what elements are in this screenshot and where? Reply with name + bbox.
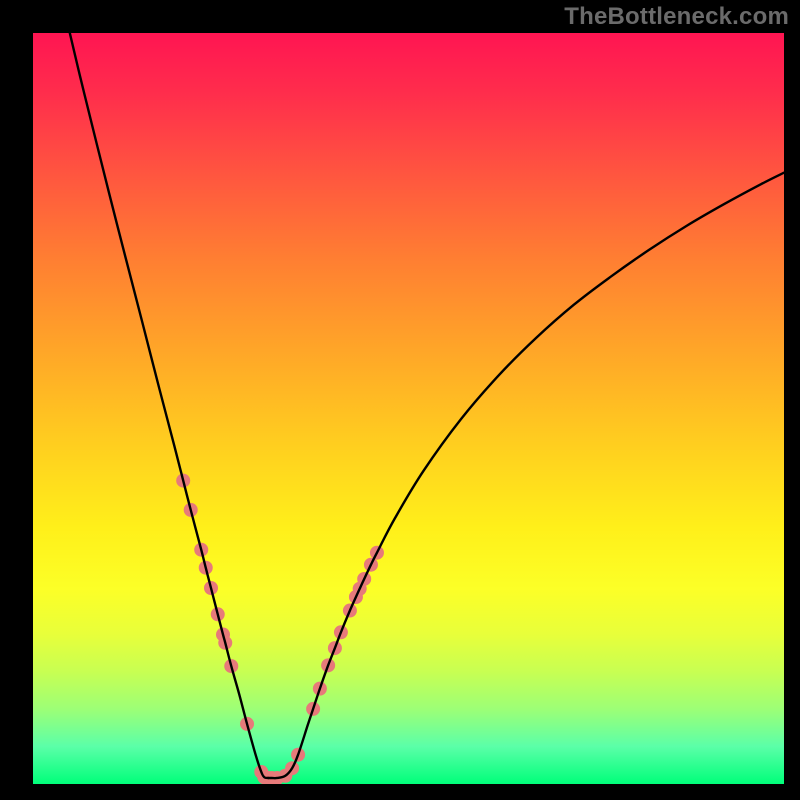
watermark-text: TheBottleneck.com <box>564 0 789 33</box>
highlight-dots-group <box>176 474 384 784</box>
chart-svg <box>33 33 784 784</box>
left-curve <box>70 33 268 778</box>
right-curve <box>268 173 784 778</box>
chart-frame: TheBottleneck.com <box>0 0 800 800</box>
